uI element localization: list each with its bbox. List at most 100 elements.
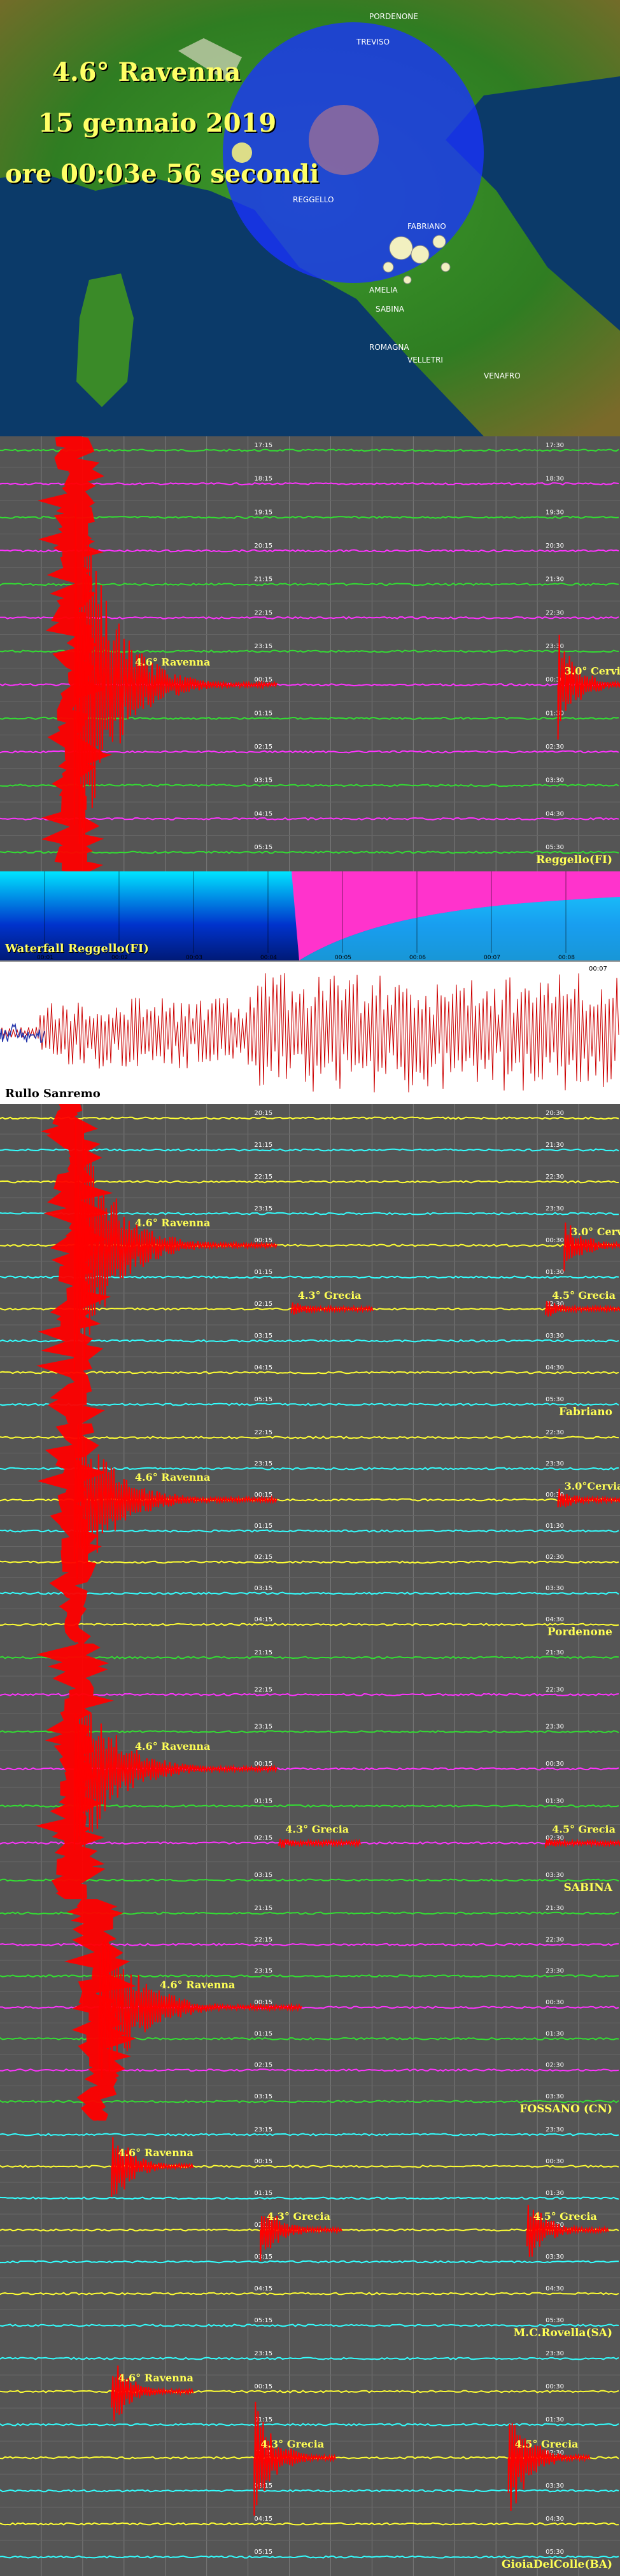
time-tick-left: 02:15 xyxy=(254,2062,272,2069)
event-annotation: 4.6° Ravenna xyxy=(118,2372,194,2384)
time-tick-left: 01:15 xyxy=(254,1523,272,1530)
event-waveform xyxy=(507,2423,591,2511)
time-tick-left: 23:15 xyxy=(254,2350,272,2357)
time-tick-right: 20:30 xyxy=(546,1110,564,1117)
time-tick-left: 02:15 xyxy=(254,1835,272,1842)
time-tick-right: 05:30 xyxy=(546,2317,564,2324)
event-waveform xyxy=(73,503,278,845)
time-tick-right: 00:30 xyxy=(546,2158,564,2165)
epicenter-map: PORDENONE TREVISO REGGELLO FABRIANO AMELIA SA… xyxy=(0,0,620,436)
time-tick-right: 22:30 xyxy=(546,1429,564,1436)
time-tick-right: 05:30 xyxy=(546,2549,564,2556)
time-tick-right: 03:30 xyxy=(546,777,564,784)
time-tick-left: 23:15 xyxy=(254,643,272,650)
event-annotation: 4.5° Grecia xyxy=(552,1289,616,1301)
time-tick: 00:07 xyxy=(589,966,607,973)
event-saturation xyxy=(35,1644,114,1899)
time-tick: 00:01 xyxy=(37,955,53,960)
time-tick-right: 03:30 xyxy=(546,2483,564,2489)
time-tick-left: 01:15 xyxy=(254,2030,272,2037)
time-tick-right: 23:30 xyxy=(546,1205,564,1212)
seismogram-reggello: 17:15 17:30 18:15 18:30 19:15 19:30 20:15 20:30… xyxy=(0,436,620,871)
event-annotation: 4.6° Ravenna xyxy=(160,1979,236,1991)
time-tick-right: 04:30 xyxy=(546,810,564,817)
time-tick-left: 21:15 xyxy=(254,1905,272,1912)
time-tick-left: 02:15 xyxy=(254,1301,272,1308)
event-magnitude-location: 4.6° Ravenna xyxy=(52,57,241,87)
place-label: PORDENONE xyxy=(369,12,418,21)
time-tick-left: 03:15 xyxy=(254,777,272,784)
time-tick-left: 19:15 xyxy=(254,509,272,516)
trace-line xyxy=(0,2292,619,2296)
event-marker xyxy=(432,235,446,249)
time-tick-left: 00:15 xyxy=(254,1492,272,1499)
trace-line xyxy=(0,1339,619,1343)
time-tick: 00:04 xyxy=(260,955,277,960)
event-annotation: 4.6° Ravenna xyxy=(135,1217,211,1229)
time-tick-left: 04:15 xyxy=(254,810,272,817)
time-tick-right: 04:30 xyxy=(546,1364,564,1371)
time-tick: 00:03 xyxy=(186,955,202,960)
seismogram-pordenone: 22:15 22:30 23:15 23:30 00:15 00:30 01:15 01:30… xyxy=(0,1423,620,1644)
time-tick: 00:08 xyxy=(558,955,575,960)
time-tick-left: 04:15 xyxy=(254,1616,272,1623)
trace-line xyxy=(0,2522,619,2526)
time-tick-right: 01:30 xyxy=(546,2030,564,2037)
time-tick-right: 04:30 xyxy=(546,2516,564,2523)
time-tick-right: 05:30 xyxy=(546,1396,564,1403)
event-annotation: 4.5° Grecia xyxy=(515,2438,579,2450)
time-tick-right: 02:30 xyxy=(546,1554,564,1561)
trace-line xyxy=(0,2196,619,2200)
time-tick-left: 01:15 xyxy=(254,2190,272,2197)
event-saturation xyxy=(37,1423,106,1644)
trace-line xyxy=(0,1878,619,1882)
time-tick-right: 23:30 xyxy=(546,2126,564,2133)
time-tick-right: 04:30 xyxy=(546,1616,564,1623)
place-label: FABRIANO xyxy=(407,222,446,231)
time-tick-left: 00:15 xyxy=(254,2383,272,2390)
time-tick-left: 03:15 xyxy=(254,2254,272,2261)
time-tick-left: 21:15 xyxy=(254,1142,272,1149)
time-tick-right: 00:30 xyxy=(546,1237,564,1244)
time-tick: 00:02 xyxy=(111,955,128,960)
event-waveform xyxy=(73,1423,278,1580)
event-waveform xyxy=(557,634,620,740)
time-tick-right: 03:30 xyxy=(546,2254,564,2261)
place-label: VELLETRI xyxy=(407,356,443,364)
rullo-label: Rullo Sanremo xyxy=(5,1087,101,1100)
time-tick-left: 01:15 xyxy=(254,710,272,717)
time-tick-left: 22:15 xyxy=(254,1686,272,1693)
trace-line xyxy=(0,817,619,821)
event-marker xyxy=(403,275,412,284)
time-tick-left: 04:15 xyxy=(254,1364,272,1371)
time-tick-right: 21:30 xyxy=(546,576,564,583)
time-tick-right: 23:30 xyxy=(546,2350,564,2357)
waterfall-label: Waterfall Reggello(FI) xyxy=(5,942,149,955)
trace-line xyxy=(0,2133,619,2136)
trace-line xyxy=(0,583,619,586)
time-tick-right: 21:30 xyxy=(546,1905,564,1912)
time-tick-left: 23:15 xyxy=(254,1460,272,1467)
time-tick-right: 19:30 xyxy=(546,509,564,516)
time-tick-left: 23:15 xyxy=(254,1205,272,1212)
time-tick-right: 18:30 xyxy=(546,476,564,483)
place-label: VENAFRO xyxy=(484,371,521,380)
trace-line xyxy=(0,2164,619,2168)
place-label: REGGELLO xyxy=(293,195,334,204)
trace-line xyxy=(0,1371,619,1375)
trace-line xyxy=(0,1730,619,1734)
trace-line xyxy=(0,2489,619,2493)
station-label: Fabriano xyxy=(558,1406,612,1418)
drum-trace xyxy=(0,973,619,1093)
time-tick-left: 05:15 xyxy=(254,1396,272,1403)
event-annotation: 4.3° Grecia xyxy=(298,1289,362,1301)
event-annotation: 4.6° Ravenna xyxy=(135,656,211,668)
time-tick-left: 05:15 xyxy=(254,2549,272,2556)
seismogram-fabriano: 20:15 20:30 21:15 21:30 22:15 22:30 23:15 23:30… xyxy=(0,1104,620,1423)
trace-line xyxy=(0,1623,619,1626)
time-tick-left: 17:15 xyxy=(254,442,272,449)
trace-line xyxy=(0,1148,619,1152)
time-tick: 00:05 xyxy=(335,955,351,960)
event-date: 15 gennaio 2019 xyxy=(38,108,277,138)
epicenter-circle xyxy=(309,105,379,175)
